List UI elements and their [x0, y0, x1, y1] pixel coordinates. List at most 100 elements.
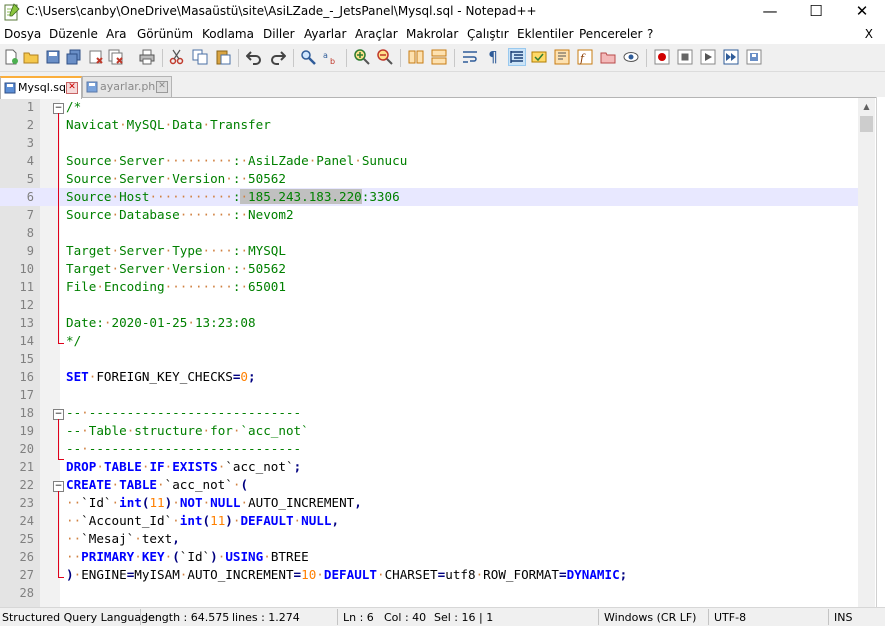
vertical-scrollbar[interactable]: ▲ — [858, 98, 875, 608]
code-text[interactable]: CREATE·TABLE·`acc_not`·( — [66, 476, 248, 494]
menu-makrolar[interactable]: Makrolar — [406, 27, 458, 41]
code-line[interactable]: 20 --·---------------------------- — [0, 440, 858, 458]
menu-duzenle[interactable]: Düzenle — [49, 27, 98, 41]
code-line[interactable]: 7 Source·Database·······:·Nevom2 — [0, 206, 858, 224]
new-file-icon[interactable] — [3, 49, 19, 65]
undo-icon[interactable] — [246, 49, 262, 65]
code-line[interactable]: 8 — [0, 224, 858, 242]
menu-araclar[interactable]: Araçlar — [355, 27, 398, 41]
code-text[interactable]: Navicat·MySQL·Data·Transfer — [66, 116, 271, 134]
code-text[interactable]: Source·Host···········:·185.243.183.220:… — [66, 188, 400, 206]
code-text[interactable]: DROP·TABLE·IF·EXISTS·`acc_not`; — [66, 458, 301, 476]
show-all-chars-icon[interactable]: ¶ — [485, 49, 501, 65]
code-line[interactable]: 13 Date:·2020-01-25·13:23:08 — [0, 314, 858, 332]
menu-diller[interactable]: Diller — [263, 27, 295, 41]
close-tab-icon[interactable]: ✕ — [156, 81, 168, 93]
code-line[interactable]: 12 — [0, 296, 858, 314]
code-text[interactable]: --·---------------------------- — [66, 440, 301, 458]
menu-pencereler[interactable]: Pencereler — [579, 27, 642, 41]
code-text[interactable]: SET·FOREIGN_KEY_CHECKS=0; — [66, 368, 256, 386]
code-line[interactable]: 2 Navicat·MySQL·Data·Transfer — [0, 116, 858, 134]
tab-ayarlar-php[interactable]: ayarlar.php ✕ — [82, 76, 172, 97]
sync-vertical-icon[interactable] — [408, 49, 424, 65]
code-line[interactable]: 4 Source·Server·········:·AsiLZade·Panel·… — [0, 152, 858, 170]
code-line[interactable]: 24 ··`Account_Id`·int(11)·DEFAULT·NULL, — [0, 512, 858, 530]
close-document-button[interactable]: X — [865, 27, 873, 41]
code-line[interactable]: 28 — [0, 584, 858, 602]
code-text[interactable]: ··PRIMARY·KEY·(`Id`)·USING·BTREE — [66, 548, 309, 566]
menu-gorunum[interactable]: Görünüm — [137, 27, 193, 41]
close-all-icon[interactable] — [108, 49, 124, 65]
indent-guide-icon[interactable] — [508, 48, 526, 66]
code-line[interactable]: 18 --·---------------------------- — [0, 404, 858, 422]
maximize-button[interactable]: ☐ — [793, 0, 839, 24]
play-multiple-icon[interactable] — [723, 49, 739, 65]
save-icon[interactable] — [45, 49, 61, 65]
play-macro-icon[interactable] — [700, 49, 716, 65]
menu-eklentiler[interactable]: Eklentiler — [517, 27, 574, 41]
code-text[interactable]: File·Encoding·········:·65001 — [66, 278, 286, 296]
code-text[interactable]: Date:·2020-01-25·13:23:08 — [66, 314, 256, 332]
print-icon[interactable] — [139, 49, 155, 65]
code-line[interactable]: 15 — [0, 350, 858, 368]
scroll-thumb[interactable] — [860, 116, 873, 132]
function-list-icon[interactable]: f — [577, 49, 593, 65]
menu-ayarlar[interactable]: Ayarlar — [304, 27, 346, 41]
save-macro-icon[interactable] — [746, 49, 762, 65]
code-text[interactable]: --·---------------------------- — [66, 404, 301, 422]
stop-record-icon[interactable] — [677, 49, 693, 65]
code-line[interactable]: 21 DROP·TABLE·IF·EXISTS·`acc_not`; — [0, 458, 858, 476]
close-window-button[interactable]: ✕ — [839, 0, 885, 24]
folder-workspace-icon[interactable] — [600, 49, 616, 65]
code-line[interactable]: 26 ··PRIMARY·KEY·(`Id`)·USING·BTREE — [0, 548, 858, 566]
code-line[interactable]: 22 CREATE·TABLE·`acc_not`·( — [0, 476, 858, 494]
code-line[interactable]: 11 File·Encoding·········:·65001 — [0, 278, 858, 296]
code-text[interactable]: ··`Id`·int(11)·NOT·NULL·AUTO_INCREMENT, — [66, 494, 362, 512]
word-wrap-icon[interactable] — [462, 49, 478, 65]
redo-icon[interactable] — [270, 49, 286, 65]
code-line[interactable]: 9 Target·Server·Type····:·MYSQL — [0, 242, 858, 260]
code-text[interactable]: Target·Server·Version·:·50562 — [66, 260, 286, 278]
menu-help[interactable]: ? — [647, 27, 653, 41]
code-text[interactable]: Target·Server·Type····:·MYSQL — [66, 242, 286, 260]
menu-ara[interactable]: Ara — [106, 27, 127, 41]
code-text[interactable]: Source·Server·Version·:·50562 — [66, 170, 286, 188]
tab-mysql-sql[interactable]: Mysql.sql ✕ — [0, 76, 82, 99]
find-icon[interactable] — [300, 49, 316, 65]
record-macro-icon[interactable] — [654, 49, 670, 65]
code-line[interactable]: 14 */ — [0, 332, 858, 350]
code-text[interactable]: ··`Mesaj`·text, — [66, 530, 180, 548]
paste-icon[interactable] — [215, 49, 231, 65]
replace-icon[interactable]: ab — [323, 49, 339, 65]
code-line[interactable]: 17 — [0, 386, 858, 404]
code-text[interactable]: Source·Database·······:·Nevom2 — [66, 206, 294, 224]
code-line[interactable]: 5 Source·Server·Version·:·50562 — [0, 170, 858, 188]
code-text[interactable]: )·ENGINE=MyISAM·AUTO_INCREMENT=10·DEFAUL… — [66, 566, 627, 584]
menu-dosya[interactable]: Dosya — [4, 27, 41, 41]
monitoring-icon[interactable] — [623, 49, 639, 65]
code-text[interactable]: */ — [66, 332, 81, 350]
scroll-up-icon[interactable]: ▲ — [858, 98, 875, 115]
copy-icon[interactable] — [192, 49, 208, 65]
code-line[interactable]: 27)·ENGINE=MyISAM·AUTO_INCREMENT=10·DEFA… — [0, 566, 858, 584]
code-line[interactable]: 25 ··`Mesaj`·text, — [0, 530, 858, 548]
sync-horizontal-icon[interactable] — [431, 49, 447, 65]
code-line[interactable]: 6 Source·Host···········:·185.243.183.220… — [0, 188, 858, 206]
code-text[interactable]: /* — [66, 98, 81, 116]
menu-calistir[interactable]: Çalıştır — [467, 27, 509, 41]
code-line[interactable]: 19 --·Table·structure·for·`acc_not` — [0, 422, 858, 440]
user-lang-icon[interactable] — [531, 49, 547, 65]
code-line[interactable]: 1 /* — [0, 98, 858, 116]
code-editor[interactable]: 1 /* 2 Navicat·MySQL·Data·Transfer 3 4 Source·… — [0, 98, 875, 608]
code-text[interactable]: ··`Account_Id`·int(11)·DEFAULT·NULL, — [66, 512, 339, 530]
close-icon[interactable] — [88, 49, 104, 65]
cut-icon[interactable] — [169, 49, 185, 65]
minimize-button[interactable]: — — [747, 0, 793, 24]
menu-kodlama[interactable]: Kodlama — [202, 27, 254, 41]
zoom-in-icon[interactable] — [354, 49, 370, 65]
save-all-icon[interactable] — [66, 49, 82, 65]
code-text[interactable]: --·Table·structure·for·`acc_not` — [66, 422, 309, 440]
open-file-icon[interactable] — [23, 49, 39, 65]
code-line[interactable]: 10 Target·Server·Version·:·50562 — [0, 260, 858, 278]
close-tab-icon[interactable]: ✕ — [66, 82, 78, 94]
